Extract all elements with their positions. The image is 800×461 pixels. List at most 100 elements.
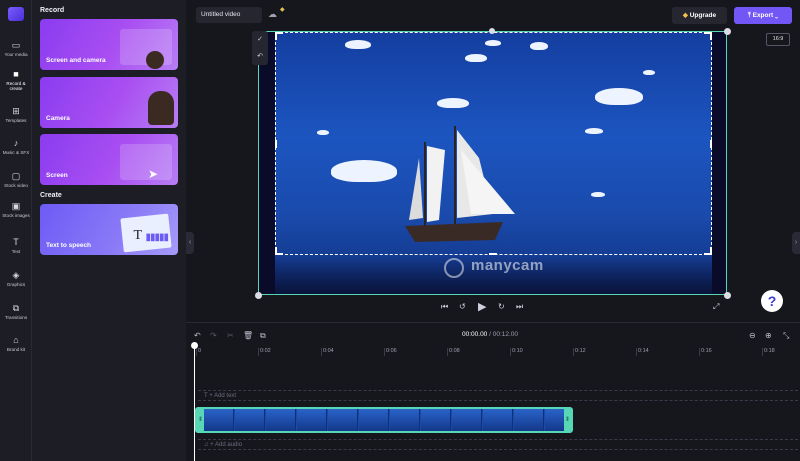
- film-icon: ▢: [11, 171, 21, 181]
- rail-label: Graphics: [6, 282, 26, 287]
- open-properties-button[interactable]: ›: [792, 232, 800, 254]
- ruler-tick: [762, 348, 763, 356]
- card-label: Screen and camera: [46, 57, 106, 64]
- transitions-icon: ⧉: [12, 303, 20, 313]
- grid-icon: ⊞: [12, 106, 20, 116]
- premium-diamond-icon: ◆: [280, 7, 285, 13]
- resize-handle[interactable]: [724, 28, 731, 35]
- record-section-title: Record: [40, 7, 65, 14]
- preview-stage[interactable]: manycam: [258, 31, 727, 295]
- export-button[interactable]: ⤒ Export ⌄: [734, 7, 792, 24]
- card-screen[interactable]: ➤ Screen: [40, 134, 178, 185]
- rewind-5-icon[interactable]: ↺: [459, 302, 466, 311]
- resize-handle[interactable]: [724, 292, 731, 299]
- rail-brand-kit[interactable]: ⌂ Brand kit: [0, 335, 32, 352]
- fullscreen-icon[interactable]: ⤢: [713, 302, 719, 312]
- playhead-handle[interactable]: [191, 342, 198, 349]
- rail-music-sfx[interactable]: ♪ Music & SFX: [0, 138, 32, 155]
- screen-mock-image: [120, 144, 172, 180]
- ruler-tick: [699, 348, 700, 356]
- rail-stock-images[interactable]: ▣ Stock images: [0, 201, 32, 218]
- redo-icon[interactable]: ↷: [210, 331, 217, 340]
- clip-thumbnail: [204, 409, 234, 431]
- delete-icon[interactable]: 🗑: [243, 331, 253, 340]
- play-icon[interactable]: ▶: [478, 300, 486, 313]
- rail-label: Your media: [4, 52, 28, 57]
- rail-text[interactable]: T Text: [0, 237, 32, 254]
- card-label: Screen: [46, 172, 68, 179]
- crop-edge-handle[interactable]: [710, 140, 712, 148]
- ruler-tick: [573, 348, 574, 356]
- crop-edge-handle[interactable]: [489, 253, 497, 255]
- ruler-tick: [384, 348, 385, 356]
- fit-timeline-icon[interactable]: ⤡: [783, 331, 789, 341]
- card-text-to-speech[interactable]: T ▮▮▮▮▮ Text to speech: [40, 204, 178, 255]
- undo-icon[interactable]: ↶: [252, 48, 268, 65]
- ruler-label: 0:18: [764, 348, 775, 354]
- ruler-label: 0:10: [512, 348, 523, 354]
- crop-corner[interactable]: [710, 32, 712, 40]
- rail-label: Text: [11, 249, 21, 254]
- crop-frame[interactable]: [275, 32, 712, 255]
- cursor-icon: ➤: [147, 167, 158, 181]
- skip-back-icon[interactable]: ⏮: [441, 302, 448, 312]
- left-rail: ▭ Your media ■ Record & create ⊞ Templat…: [0, 0, 32, 461]
- duplicate-icon[interactable]: ⧉: [260, 331, 266, 341]
- ruler-tick: [510, 348, 511, 356]
- rail-graphics[interactable]: ◈ Graphics: [0, 270, 32, 287]
- check-icon[interactable]: ✓: [252, 31, 268, 48]
- video-title-input[interactable]: Untitled video: [196, 7, 262, 23]
- add-text-label: + Add text: [209, 393, 237, 399]
- timeline: ↶ ↷ ✂ 🗑 ⧉ 00:00.00 / 00:12.00 ⊖ ⊕ ⤡ 0 0:…: [186, 322, 800, 461]
- playhead[interactable]: [194, 344, 195, 461]
- rail-stock-video[interactable]: ▢ Stock video: [0, 171, 32, 188]
- rail-templates[interactable]: ⊞ Templates: [0, 106, 32, 123]
- zoom-out-icon[interactable]: ⊖: [749, 331, 756, 340]
- card-label: Camera: [46, 115, 70, 122]
- ruler-label: 0:04: [323, 348, 334, 354]
- crop-corner[interactable]: [710, 247, 712, 255]
- add-text-track[interactable]: T + Add text: [198, 390, 798, 401]
- add-audio-track[interactable]: ♫ + Add audio: [198, 439, 798, 450]
- ruler-label: 0:14: [638, 348, 649, 354]
- zoom-in-icon[interactable]: ⊕: [765, 331, 772, 340]
- ruler-label: 0:12: [575, 348, 586, 354]
- crop-corner[interactable]: [275, 32, 277, 40]
- crop-edge-handle[interactable]: [275, 140, 277, 148]
- upgrade-button[interactable]: ◆ Upgrade: [672, 7, 727, 24]
- card-screen-and-camera[interactable]: Screen and camera: [40, 19, 178, 70]
- total-time: / 00:12.00: [489, 331, 519, 338]
- rail-transitions[interactable]: ⧉ Transitions: [0, 303, 32, 320]
- rail-label: Music & SFX: [2, 150, 30, 155]
- forward-5-icon[interactable]: ↻: [498, 302, 505, 311]
- clip-trim-left[interactable]: ‖: [197, 409, 204, 431]
- ruler-tick: [321, 348, 322, 356]
- rail-record-create[interactable]: ■ Record & create: [0, 69, 32, 91]
- resize-handle[interactable]: [489, 28, 495, 34]
- crop-tools: ✓ ↶: [252, 31, 268, 65]
- clip-trim-right[interactable]: ‖: [564, 409, 571, 431]
- crop-corner[interactable]: [275, 247, 277, 255]
- aspect-ratio-button[interactable]: 16:9: [766, 33, 790, 46]
- video-camera-icon: ■: [13, 69, 19, 79]
- undo-icon[interactable]: ↶: [194, 331, 201, 340]
- waveform-icon: ▮▮▮▮▮: [145, 232, 168, 243]
- collapse-panel-button[interactable]: ‹: [186, 232, 194, 254]
- video-clip[interactable]: ‖ ‖: [195, 407, 573, 433]
- shapes-icon: ◈: [12, 270, 20, 280]
- rail-your-media[interactable]: ▭ Your media: [0, 40, 32, 57]
- card-camera[interactable]: Camera: [40, 77, 178, 128]
- clip-thumbnail: [452, 409, 482, 431]
- folder-icon: ▭: [11, 40, 21, 50]
- timecode: 00:00.00 / 00:12.00: [462, 331, 518, 338]
- ruler-tick: [636, 348, 637, 356]
- help-button[interactable]: ?: [761, 290, 783, 312]
- music-icon: ♪: [13, 138, 19, 148]
- skip-forward-icon[interactable]: ⏭: [516, 302, 523, 312]
- cut-icon[interactable]: ✂: [227, 331, 234, 340]
- image-icon: ▣: [11, 201, 21, 211]
- manycam-logo-icon: [444, 258, 464, 278]
- clip-thumbnail: [359, 409, 389, 431]
- resize-handle[interactable]: [255, 292, 262, 299]
- current-time: 00:00.00: [462, 331, 488, 338]
